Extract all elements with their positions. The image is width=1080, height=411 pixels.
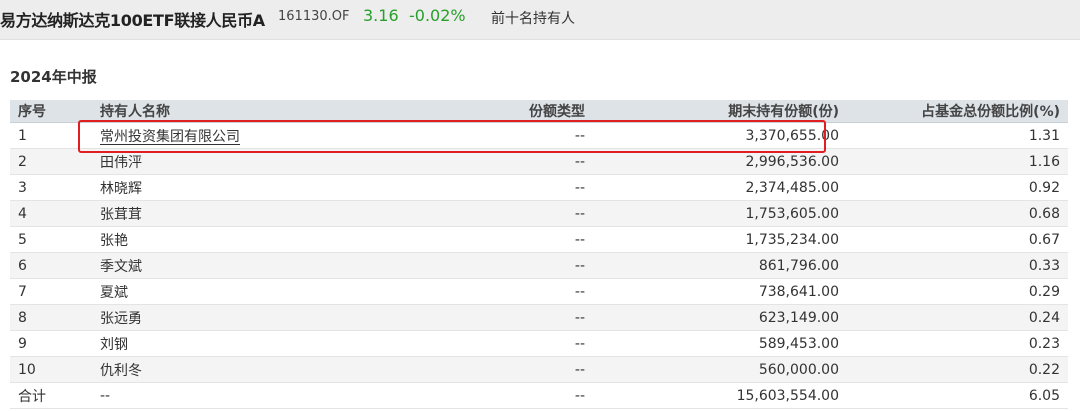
share-type-cell: -- [400, 174, 593, 201]
row-index: 5 [10, 226, 92, 253]
holder-name-link[interactable]: 张茸茸 [100, 207, 142, 223]
share-type-cell: -- [400, 330, 593, 357]
holder-name-cell: 田伟泙 [92, 148, 400, 175]
fund-change-percent: -0.02% [409, 6, 466, 25]
holder-name-cell: 仇利冬 [92, 356, 400, 383]
shares-cell: 2,374,485.00 [593, 174, 847, 201]
share-type-cell: -- [400, 304, 593, 331]
holder-name-cell: 张艳 [92, 226, 400, 253]
share-type-cell: -- [400, 148, 593, 175]
ratio-cell: 0.33 [847, 252, 1068, 279]
row-index: 9 [10, 330, 92, 357]
column-header-ratio: 占基金总份额比例(%) [847, 100, 1068, 123]
table-row: 7 夏斌 -- 738,641.00 0.29 [10, 278, 1068, 305]
column-header-share-type: 份额类型 [400, 100, 593, 123]
total-shares-cell: 15,603,554.00 [593, 382, 847, 409]
fund-price: 3.16 [363, 6, 399, 25]
column-header-index: 序号 [10, 100, 92, 123]
top-holders-table: 序号 持有人名称 份额类型 期末持有份额(份) 占基金总份额比例(%) 1 常州… [10, 100, 1068, 409]
holder-name-cell: 季文斌 [92, 252, 400, 279]
holder-name-cell: 夏斌 [92, 278, 400, 305]
holder-name-cell: 张茸茸 [92, 200, 400, 227]
table-row: 9 刘钢 -- 589,453.00 0.23 [10, 330, 1068, 357]
row-index: 2 [10, 148, 92, 175]
table-row: 4 张茸茸 -- 1,753,605.00 0.68 [10, 200, 1068, 227]
holder-name-link[interactable]: 刘钢 [100, 337, 128, 353]
holder-name-link[interactable]: 夏斌 [100, 285, 128, 301]
table-row: 1 常州投资集团有限公司 -- 3,370,655.00 1.31 [10, 122, 1068, 149]
holder-name-cell: 张远勇 [92, 304, 400, 331]
row-index: 8 [10, 304, 92, 331]
holder-name-cell: 常州投资集团有限公司 [92, 122, 400, 149]
shares-cell: 861,796.00 [593, 252, 847, 279]
shares-cell: 738,641.00 [593, 278, 847, 305]
share-type-cell: -- [400, 200, 593, 227]
share-type-cell: -- [400, 122, 593, 149]
holder-name-link[interactable]: 张远勇 [100, 311, 142, 327]
total-ratio-cell: 6.05 [847, 382, 1068, 409]
shares-cell: 3,370,655.00 [593, 122, 847, 149]
holder-name-link[interactable]: 仇利冬 [100, 363, 142, 379]
shares-cell: 1,735,234.00 [593, 226, 847, 253]
row-index: 7 [10, 278, 92, 305]
row-index: 1 [10, 122, 92, 149]
ratio-cell: 0.67 [847, 226, 1068, 253]
shares-cell: 560,000.00 [593, 356, 847, 383]
ratio-cell: 0.29 [847, 278, 1068, 305]
total-holder-cell: -- [92, 382, 400, 409]
ratio-cell: 0.24 [847, 304, 1068, 331]
share-type-cell: -- [400, 226, 593, 253]
holder-name-link[interactable]: 常州投资集团有限公司 [100, 129, 240, 145]
ratio-cell: 0.22 [847, 356, 1068, 383]
share-type-cell: -- [400, 278, 593, 305]
total-share-type-cell: -- [400, 382, 593, 409]
fund-code: 161130.OF [278, 9, 350, 24]
shares-cell: 623,149.00 [593, 304, 847, 331]
share-type-cell: -- [400, 252, 593, 279]
fund-header-bar: 易方达纳斯达克100ETF联接人民币A 161130.OF 3.16 -0.02… [0, 0, 1080, 40]
row-index: 3 [10, 174, 92, 201]
table-row: 6 季文斌 -- 861,796.00 0.33 [10, 252, 1068, 279]
shares-cell: 589,453.00 [593, 330, 847, 357]
holder-name-cell: 林晓辉 [92, 174, 400, 201]
ratio-cell: 1.31 [847, 122, 1068, 149]
ratio-cell: 1.16 [847, 148, 1068, 175]
shares-cell: 2,996,536.00 [593, 148, 847, 175]
table-row: 3 林晓辉 -- 2,374,485.00 0.92 [10, 174, 1068, 201]
holder-name-cell: 刘钢 [92, 330, 400, 357]
tab-top-ten-holders[interactable]: 前十名持有人 [491, 8, 575, 28]
table-header-row: 序号 持有人名称 份额类型 期末持有份额(份) 占基金总份额比例(%) [10, 100, 1068, 123]
ratio-cell: 0.68 [847, 200, 1068, 227]
holder-name-link[interactable]: 田伟泙 [100, 155, 142, 171]
share-type-cell: -- [400, 356, 593, 383]
row-index: 6 [10, 252, 92, 279]
table-row: 10 仇利冬 -- 560,000.00 0.22 [10, 356, 1068, 383]
holder-name-link[interactable]: 张艳 [100, 233, 128, 249]
report-period-title: 2024年中报 [10, 68, 97, 86]
table-row: 8 张远勇 -- 623,149.00 0.24 [10, 304, 1068, 331]
table-row: 2 田伟泙 -- 2,996,536.00 1.16 [10, 148, 1068, 175]
fund-name[interactable]: 易方达纳斯达克100ETF联接人民币A [0, 7, 265, 31]
holder-name-link[interactable]: 季文斌 [100, 259, 142, 275]
ratio-cell: 0.23 [847, 330, 1068, 357]
total-label: 合计 [10, 382, 92, 409]
table-row: 5 张艳 -- 1,735,234.00 0.67 [10, 226, 1068, 253]
column-header-shares: 期末持有份额(份) [593, 100, 847, 123]
column-header-holder: 持有人名称 [92, 100, 400, 123]
table-total-row: 合计 -- -- 15,603,554.00 6.05 [10, 382, 1068, 409]
ratio-cell: 0.92 [847, 174, 1068, 201]
row-index: 4 [10, 200, 92, 227]
shares-cell: 1,753,605.00 [593, 200, 847, 227]
row-index: 10 [10, 356, 92, 383]
holder-name-link[interactable]: 林晓辉 [100, 181, 142, 197]
